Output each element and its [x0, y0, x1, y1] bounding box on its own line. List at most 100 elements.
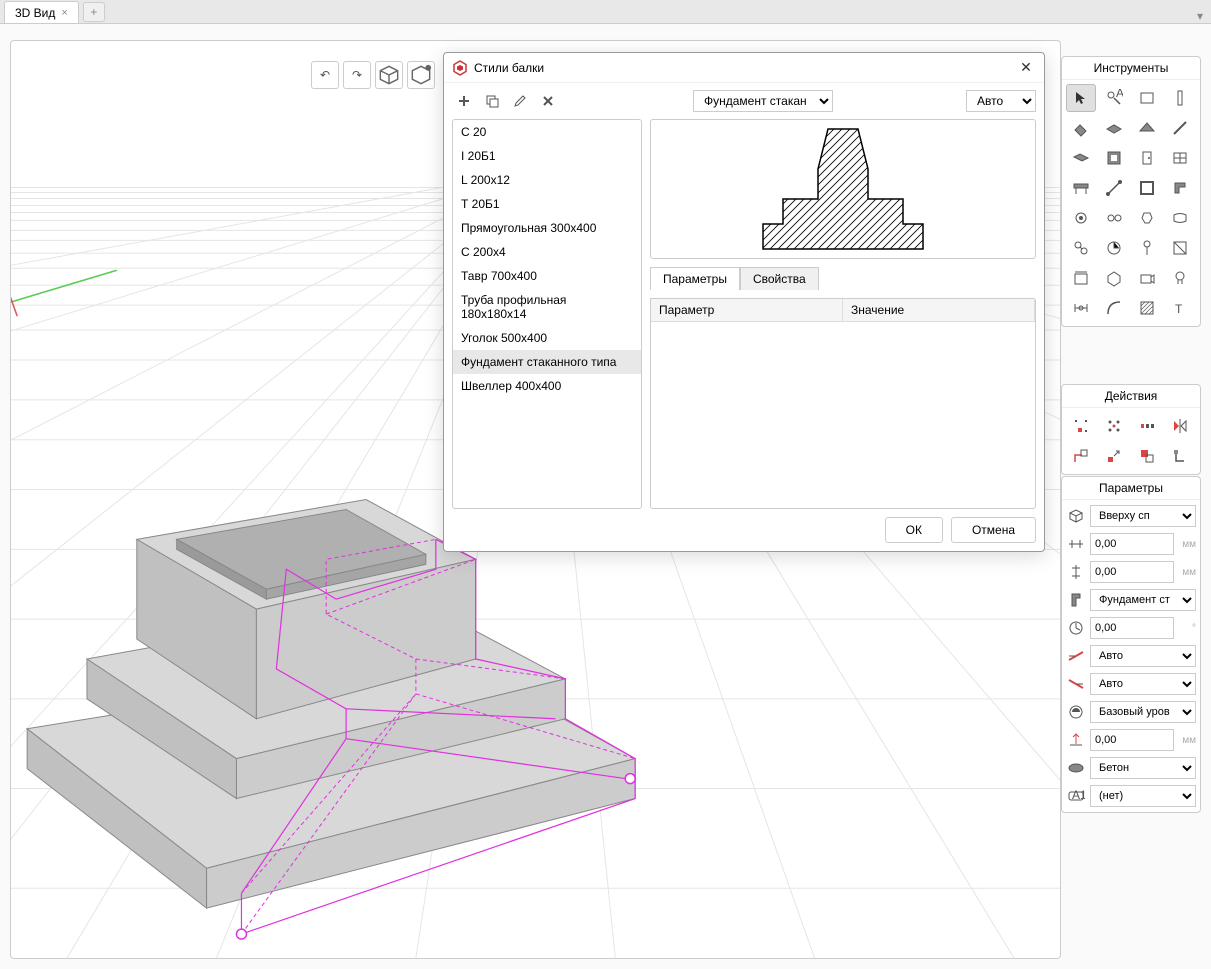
edit-style-button[interactable] — [508, 89, 532, 113]
elevation-icon — [1066, 730, 1086, 750]
offset1-input[interactable] — [1090, 533, 1174, 555]
style-item[interactable]: Труба профильная 180x180x14 — [453, 288, 641, 326]
scatter-action[interactable] — [1066, 412, 1096, 440]
unit-degree: ° — [1178, 623, 1196, 634]
roof-tool[interactable] — [1132, 114, 1162, 142]
offset2-input[interactable] — [1090, 561, 1174, 583]
slab-tool[interactable] — [1099, 114, 1129, 142]
view-settings-button[interactable] — [407, 61, 435, 89]
line-tool[interactable] — [1165, 114, 1195, 142]
eraser-tool[interactable] — [1066, 114, 1096, 142]
detail-tool[interactable] — [1165, 234, 1195, 262]
level-select[interactable]: Базовый уров — [1090, 701, 1196, 723]
cut-start-icon — [1066, 646, 1086, 666]
mark-select[interactable]: (нет) — [1090, 785, 1196, 807]
cut1-select[interactable]: Авто — [1090, 645, 1196, 667]
tab-label: 3D Вид — [15, 6, 55, 20]
tab-bar-menu[interactable]: ▾ — [1197, 9, 1211, 23]
style-item[interactable]: I 20Б1 — [453, 144, 641, 168]
offset-y-icon — [1066, 562, 1086, 582]
dimension-tool[interactable] — [1066, 294, 1096, 322]
mep-tool[interactable] — [1066, 204, 1096, 232]
style-item[interactable]: Тавр 700x400 — [453, 264, 641, 288]
room-tool[interactable] — [1066, 264, 1096, 292]
aligned-dim-tool[interactable] — [1099, 234, 1129, 262]
cut-end-icon — [1066, 674, 1086, 694]
add-style-button[interactable] — [452, 89, 476, 113]
close-icon[interactable]: × — [61, 7, 67, 19]
wall-tool[interactable] — [1132, 84, 1162, 112]
group-tool[interactable] — [1066, 234, 1096, 262]
ok-button[interactable]: ОК — [885, 517, 943, 543]
spot-dim-tool[interactable] — [1132, 234, 1162, 262]
mark-icon: A1 — [1066, 786, 1086, 806]
text-tool[interactable]: T — [1165, 294, 1195, 322]
svg-text:A1: A1 — [1072, 788, 1085, 802]
pipe-tool[interactable] — [1165, 204, 1195, 232]
table-tool[interactable] — [1066, 174, 1096, 202]
view-tab[interactable]: 3D Вид × — [4, 1, 79, 23]
hatch-tool[interactable] — [1132, 294, 1162, 322]
style-item[interactable]: Т 20Б1 — [453, 192, 641, 216]
unit-label: мм — [1178, 539, 1196, 550]
model-tool[interactable] — [1099, 264, 1129, 292]
undo-button[interactable]: ↶ — [311, 61, 339, 89]
style-item[interactable]: Швеллер 400x400 — [453, 374, 641, 398]
tab-properties[interactable]: Свойства — [740, 267, 819, 290]
add-tab-button[interactable]: + — [83, 2, 105, 22]
duplicate-style-button[interactable] — [480, 89, 504, 113]
style-item[interactable]: Прямоугольная 300x400 — [453, 216, 641, 240]
redo-button[interactable]: ↷ — [343, 61, 371, 89]
elevation-input[interactable] — [1090, 729, 1174, 751]
angle-input[interactable] — [1090, 617, 1174, 639]
style-item[interactable]: С 200x4 — [453, 240, 641, 264]
fixture-tool[interactable] — [1132, 204, 1162, 232]
cancel-button[interactable]: Отмена — [951, 517, 1036, 543]
profile-select[interactable]: Фундамент стакан — [693, 90, 833, 112]
panel-title: Действия — [1062, 385, 1200, 408]
edge-tool[interactable] — [1099, 174, 1129, 202]
delete-style-button[interactable] — [536, 89, 560, 113]
copy-action[interactable] — [1132, 442, 1162, 470]
transform-action[interactable] — [1066, 442, 1096, 470]
measure-tool[interactable]: A — [1099, 84, 1129, 112]
camera-tool[interactable] — [1132, 264, 1162, 292]
auto-select[interactable]: Авто — [966, 90, 1036, 112]
mirror-action[interactable] — [1165, 412, 1195, 440]
light-tool[interactable] — [1165, 264, 1195, 292]
close-button[interactable]: ✕ — [1016, 58, 1036, 78]
window-tool[interactable] — [1165, 144, 1195, 172]
select-tool[interactable] — [1066, 84, 1096, 112]
app-icon — [452, 60, 468, 76]
col-parameter: Параметр — [651, 299, 843, 321]
array-action[interactable] — [1099, 412, 1129, 440]
arc-tool[interactable] — [1099, 294, 1129, 322]
profile-select[interactable]: Фундамент ст — [1090, 589, 1196, 611]
profile-tool[interactable] — [1165, 174, 1195, 202]
actions-panel: Действия — [1061, 384, 1201, 475]
frame-tool[interactable] — [1132, 174, 1162, 202]
cut2-select[interactable]: Авто — [1090, 673, 1196, 695]
style-item[interactable]: Фундамент стаканного типа — [453, 350, 641, 374]
column-tool[interactable] — [1165, 84, 1195, 112]
scale-action[interactable] — [1099, 442, 1129, 470]
connector-tool[interactable] — [1099, 204, 1129, 232]
tab-parameters[interactable]: Параметры — [650, 267, 740, 290]
style-item[interactable]: L 200x12 — [453, 168, 641, 192]
beam-tool[interactable] — [1066, 144, 1096, 172]
col-value: Значение — [843, 299, 1035, 321]
door-tool[interactable] — [1132, 144, 1162, 172]
rotate-action[interactable] — [1165, 442, 1195, 470]
style-item[interactable]: Уголок 500x400 — [453, 326, 641, 350]
material-select[interactable]: Бетон — [1090, 757, 1196, 779]
align-action[interactable] — [1132, 412, 1162, 440]
style-item[interactable]: С 20 — [453, 120, 641, 144]
angle-icon — [1066, 618, 1086, 638]
style-list[interactable]: С 20 I 20Б1 L 200x12 Т 20Б1 Прямоугольна… — [452, 119, 642, 509]
parameters-table: Параметр Значение — [650, 298, 1036, 509]
opening-tool[interactable] — [1099, 144, 1129, 172]
view-cube-button[interactable] — [375, 61, 403, 89]
panel-title: Параметры — [1062, 477, 1200, 500]
beam-styles-dialog: Стили балки ✕ Фундамент стакан Авто С 20… — [443, 52, 1045, 552]
placement-select[interactable]: Вверху сп — [1090, 505, 1196, 527]
